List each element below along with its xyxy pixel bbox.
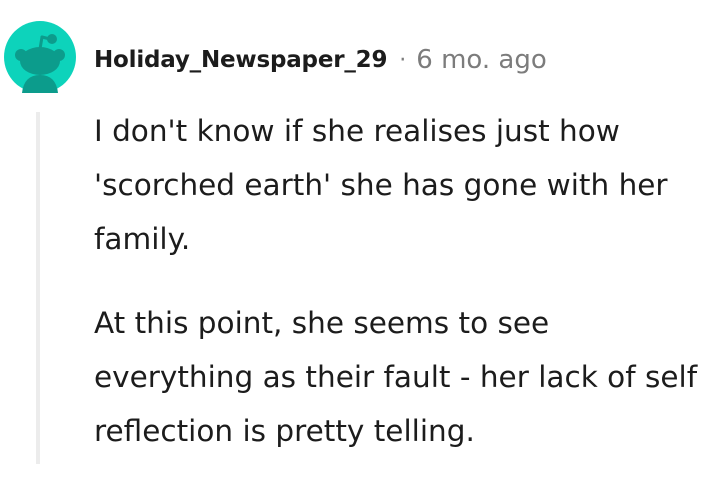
comment-header: Holiday_Newspaper_29 · 6 mo. ago (94, 40, 547, 80)
user-avatar[interactable] (4, 21, 76, 93)
comment: Holiday_Newspaper_29 · 6 mo. ago I don't… (0, 0, 713, 464)
author-username[interactable]: Holiday_Newspaper_29 (94, 47, 387, 73)
comment-body: I don't know if she realises just how 's… (94, 104, 704, 488)
comment-timestamp[interactable]: 6 mo. ago (416, 45, 546, 75)
comment-paragraph: I don't know if she realises just how 's… (94, 114, 668, 256)
snoo-avatar-icon (4, 21, 76, 93)
meta-separator: · (399, 47, 407, 73)
thread-line[interactable] (36, 112, 40, 464)
comment-paragraph: At this point, she seems to see everythi… (94, 306, 698, 448)
